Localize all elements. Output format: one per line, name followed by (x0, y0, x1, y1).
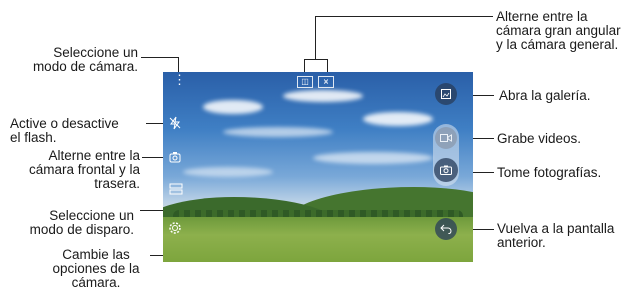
leader-line (327, 59, 328, 72)
leader-line (304, 59, 305, 72)
grass-field (163, 217, 473, 262)
cloud (363, 112, 433, 126)
camera-viewfinder (163, 72, 473, 262)
settings-label: Cambie las opciones de la cámara. (52, 247, 140, 290)
leader-line (146, 123, 164, 124)
back-arrow-icon[interactable] (435, 218, 457, 240)
cloud (223, 127, 333, 137)
leader-line (315, 16, 316, 59)
shooting-mode-label: Seleccione un modo de disparo. (29, 208, 134, 237)
switch-camera-label: Alterne entre la cámara frontal y la tra… (28, 148, 140, 191)
video-label: Grabe videos. (497, 131, 582, 146)
leader-line (304, 59, 328, 60)
wide-lens-icon[interactable]: ◫ (297, 76, 313, 88)
switch-camera-icon[interactable] (167, 150, 183, 166)
cloud (283, 90, 363, 102)
leader-line (315, 16, 493, 17)
camera-icon[interactable] (434, 158, 458, 182)
cloud (183, 167, 273, 177)
shooting-mode-icon[interactable] (168, 183, 184, 199)
gallery-label: Abra la galería. (499, 88, 591, 103)
mode-label: Seleccione un modo de cámara. (32, 45, 138, 74)
photo-label: Tome fotografías. (497, 165, 602, 180)
flash-label: Active o desactive el flash. (10, 116, 119, 145)
wide-angle-label: Alterne entre la cámara gran angular y l… (496, 9, 621, 52)
leader-line (142, 157, 164, 158)
cloud (203, 100, 263, 114)
general-lens-icon[interactable]: ⩙ (318, 76, 334, 88)
leader-line (141, 57, 178, 58)
settings-gear-icon[interactable] (167, 221, 183, 237)
back-label: Vuelva a la pantalla anterior. (497, 221, 615, 250)
gallery-icon[interactable] (435, 83, 457, 105)
more-vertical-icon[interactable]: ⋮ (173, 73, 186, 97)
flash-off-icon[interactable] (167, 116, 183, 132)
cloud (313, 152, 433, 164)
